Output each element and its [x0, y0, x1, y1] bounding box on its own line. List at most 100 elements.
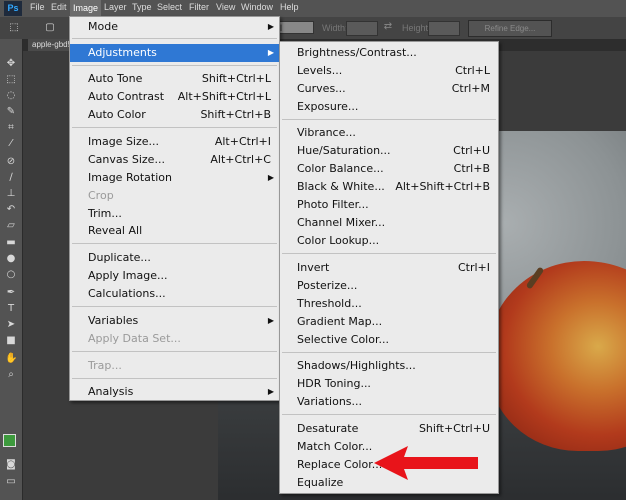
image-menu-dropdown: Mode ▶ Adjustments ▶ Auto Tone Shift+Ctrl+L… — [69, 16, 280, 401]
image-menu-duplicate[interactable]: Duplicate... — [70, 249, 279, 267]
dodge-tool-icon[interactable]: ○ — [5, 269, 17, 281]
image-menu-crop: Crop — [88, 189, 114, 202]
image-menu-reveal-all[interactable]: Reveal All — [70, 222, 279, 240]
adjust-exposure[interactable]: Exposure... — [280, 98, 498, 116]
marquee-options-icon[interactable]: ⬚ — [8, 22, 20, 34]
adjust-shadows-highlights[interactable]: Shadows/Highlights... — [280, 357, 498, 375]
move-tool-icon[interactable]: ✥ — [5, 58, 17, 70]
menu-image[interactable]: Image — [70, 0, 102, 17]
height-label: Height: — [402, 23, 431, 33]
menu-filter[interactable]: Filter — [189, 2, 209, 12]
crop-tool-icon[interactable]: ⌗ — [5, 122, 17, 134]
menu-file[interactable]: File — [30, 2, 45, 12]
image-menu-auto-contrast[interactable]: Auto Contrast Alt+Shift+Ctrl+L — [70, 88, 279, 106]
adjust-channel-mixer[interactable]: Channel Mixer... — [280, 214, 498, 232]
submenu-arrow-icon: ▶ — [267, 48, 274, 57]
adjust-hdr-toning[interactable]: HDR Toning... — [280, 375, 498, 393]
adjust-levels[interactable]: Levels... Ctrl+L — [280, 62, 498, 80]
menu-layer[interactable]: Layer — [104, 2, 127, 12]
zoom-tool-icon[interactable]: ⌕ — [5, 369, 17, 381]
image-menu-auto-tone[interactable]: Auto Tone Shift+Ctrl+L — [70, 70, 279, 88]
submenu-arrow-icon: ▶ — [267, 316, 274, 325]
adjust-invert[interactable]: Invert Ctrl+I — [280, 259, 498, 277]
hand-tool-icon[interactable]: ✋ — [5, 353, 17, 365]
adjust-curves[interactable]: Curves... Ctrl+M — [280, 80, 498, 98]
height-input[interactable] — [428, 21, 460, 36]
adjust-black-white[interactable]: Black & White... Alt+Shift+Ctrl+B — [280, 178, 498, 196]
menu-bar: Ps File Edit Image Layer Type Select Fil… — [0, 0, 626, 17]
image-menu-apply-data-set: Apply Data Set... — [88, 332, 181, 345]
adjust-threshold[interactable]: Threshold... — [280, 295, 498, 313]
adjust-selective-color[interactable]: Selective Color... — [280, 331, 498, 349]
clone-stamp-icon[interactable]: ⊥ — [5, 188, 17, 200]
adjust-desaturate[interactable]: Desaturate Shift+Ctrl+U — [280, 420, 498, 438]
menu-separator — [72, 38, 277, 39]
adjust-hue-saturation[interactable]: Hue/Saturation... Ctrl+U — [280, 142, 498, 160]
type-tool-icon[interactable]: T — [5, 303, 17, 315]
image-menu-canvas-size[interactable]: Canvas Size... Alt+Ctrl+C — [70, 151, 279, 169]
adjust-color-lookup[interactable]: Color Lookup... — [280, 232, 498, 250]
marquee-tool-icon[interactable]: ⬚ — [5, 74, 17, 86]
image-menu-analysis[interactable]: Analysis ▶ — [70, 383, 279, 401]
image-menu-image-size[interactable]: Image Size... Alt+Ctrl+I — [70, 133, 279, 151]
menu-window[interactable]: Window — [241, 2, 273, 12]
blur-tool-icon[interactable]: ● — [5, 253, 17, 265]
adjust-gradient-map[interactable]: Gradient Map... — [280, 313, 498, 331]
image-menu-adjustments[interactable]: Adjustments ▶ — [70, 44, 279, 62]
menu-edit[interactable]: Edit — [51, 2, 67, 12]
foreground-color-swatch[interactable] — [3, 434, 16, 447]
adjustments-submenu: Brightness/Contrast... Levels... Ctrl+L C… — [279, 41, 499, 494]
menu-separator — [72, 65, 277, 66]
annotation-arrow-icon — [374, 446, 478, 480]
image-menu-mode[interactable]: Mode ▶ — [70, 18, 279, 36]
menu-separator — [72, 243, 277, 244]
healing-brush-icon[interactable]: ⊘ — [5, 156, 17, 168]
menu-type[interactable]: Type — [132, 2, 152, 12]
menu-separator — [72, 378, 277, 379]
lasso-tool-icon[interactable]: ◌ — [5, 90, 17, 102]
image-menu-calculations[interactable]: Calculations... — [70, 285, 279, 303]
menu-separator — [282, 119, 496, 120]
adjust-vibrance[interactable]: Vibrance... — [280, 124, 498, 142]
image-menu-trap: Trap... — [88, 359, 122, 372]
quick-select-icon[interactable]: ✎ — [5, 106, 17, 118]
adjust-posterize[interactable]: Posterize... — [280, 277, 498, 295]
adjust-variations[interactable]: Variations... — [280, 393, 498, 411]
menu-separator — [282, 352, 496, 353]
menu-separator — [282, 253, 496, 254]
path-select-icon[interactable]: ➤ — [5, 319, 17, 331]
image-menu-image-rotation[interactable]: Image Rotation ▶ — [70, 169, 279, 187]
annotation-arrow-shape — [374, 446, 478, 480]
swap-dimensions-icon[interactable]: ⇄ — [382, 21, 394, 33]
image-menu-variables[interactable]: Variables ▶ — [70, 312, 279, 330]
adjust-brightness-contrast[interactable]: Brightness/Contrast... — [280, 44, 498, 62]
image-menu-apply-image[interactable]: Apply Image... — [70, 267, 279, 285]
quick-mask-icon[interactable]: ◙ — [5, 459, 17, 471]
menu-help[interactable]: Help — [280, 2, 299, 12]
menu-separator — [72, 306, 277, 307]
new-selection-icon[interactable]: ▢ — [44, 22, 56, 34]
menu-separator — [72, 127, 277, 128]
pen-tool-icon[interactable]: ✒ — [5, 287, 17, 299]
submenu-arrow-icon: ▶ — [267, 22, 274, 31]
image-menu-trim[interactable]: Trim... — [70, 205, 279, 223]
adjust-photo-filter[interactable]: Photo Filter... — [280, 196, 498, 214]
adjust-color-balance[interactable]: Color Balance... Ctrl+B — [280, 160, 498, 178]
eyedropper-icon[interactable]: ⁄ — [5, 138, 17, 150]
image-menu-auto-color[interactable]: Auto Color Shift+Ctrl+B — [70, 106, 279, 124]
menu-view[interactable]: View — [216, 2, 235, 12]
width-input[interactable] — [346, 21, 378, 36]
gradient-tool-icon[interactable]: ▬ — [5, 237, 17, 249]
submenu-arrow-icon: ▶ — [267, 173, 274, 182]
menu-select[interactable]: Select — [157, 2, 182, 12]
menu-separator — [282, 414, 496, 415]
screen-mode-icon[interactable]: ▭ — [5, 476, 17, 488]
brush-tool-icon[interactable]: ∕ — [5, 172, 17, 184]
photoshop-logo: Ps — [4, 1, 22, 16]
refine-edge-button[interactable]: Refine Edge... — [468, 20, 552, 37]
history-brush-icon[interactable]: ↶ — [5, 204, 17, 216]
shape-tool-icon[interactable]: ■ — [5, 335, 17, 347]
eraser-icon[interactable]: ▱ — [5, 220, 17, 232]
menu-separator — [72, 351, 277, 352]
width-label: Width: — [322, 23, 348, 33]
